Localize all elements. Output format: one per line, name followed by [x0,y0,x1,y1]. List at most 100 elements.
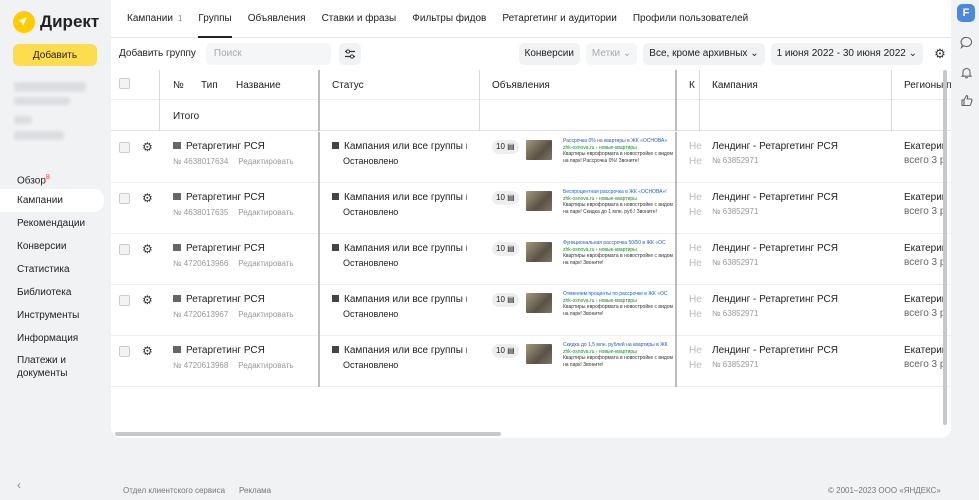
footer-link-support[interactable]: Отдел клиентского сервиса [123,486,225,495]
ad-thumbnail[interactable] [526,140,552,160]
row-checkbox[interactable] [119,244,130,255]
row-settings-gear-icon[interactable]: ⚙ [142,140,153,154]
chat-icon[interactable] [958,36,974,52]
ads-count-badge[interactable]: 10 ▤ [492,293,519,307]
add-group-button[interactable]: Добавить группу [119,43,196,65]
table-row[interactable]: ⚙ Ретаргетинг РСЯ № 4638017635 Редактиров… [111,183,951,234]
column-header-type[interactable]: Тип [201,80,218,91]
collapse-sidebar-icon[interactable]: ‹ [17,478,21,492]
column-header-name[interactable]: Название [236,80,281,91]
column-header-k[interactable]: К [689,80,695,91]
region-count: всего 3 р [904,359,946,370]
thumbs-up-icon[interactable] [958,94,974,110]
table-row[interactable]: ⚙ Ретаргетинг РСЯ № 4720613967 Редактиров… [111,285,951,336]
status-cell[interactable]: Кампания или все группы в... [332,141,467,152]
row-settings-gear-icon[interactable]: ⚙ [142,191,153,205]
archive-filter-select[interactable]: Все, кроме архивных ⌄ [643,43,765,65]
row-checkbox[interactable] [119,295,130,306]
campaign-name[interactable]: Лендинг - Ретаргетинг РСЯ [712,192,838,203]
sidebar-item-recommendations[interactable]: Рекомендации [0,212,104,235]
tab-retargeting[interactable]: Ретаргетинг и аудитории [502,0,617,38]
select-all-checkbox[interactable] [119,78,130,89]
group-name[interactable]: Ретаргетинг РСЯ [173,141,265,152]
status-sub: Остановлено [343,207,399,217]
ad-thumbnail[interactable] [526,191,552,211]
filter-settings-icon[interactable] [338,43,361,65]
ad-preview[interactable]: Рассрочка 0% на квартиры в ЖК «ОСНОВА» z… [563,138,675,164]
ads-count-badge[interactable]: 10 ▤ [492,242,519,256]
row-settings-gear-icon[interactable]: ⚙ [142,344,153,358]
edit-link[interactable]: Редактировать [238,361,293,370]
campaign-name[interactable]: Лендинг - Ретаргетинг РСЯ [712,243,838,254]
table-row[interactable]: ⚙ Ретаргетинг РСЯ № 4638017634 Редактиров… [111,132,951,183]
ad-preview[interactable]: Беспроцентная рассрочка в ЖК «ОСНОВА»! z… [563,189,675,215]
logo[interactable]: Директ [13,11,99,33]
edit-link[interactable]: Редактировать [238,310,293,319]
row-checkbox[interactable] [119,193,130,204]
table-settings-gear-icon[interactable]: ⚙ [929,43,951,65]
ad-thumbnail[interactable] [526,344,552,364]
conversions-button[interactable]: Конверсии [518,43,580,65]
ad-preview[interactable]: Отменяем проценты по рассрочке в ЖК «ОС … [563,291,675,317]
campaign-name[interactable]: Лендинг - Ретаргетинг РСЯ [712,345,838,356]
chevron-down-icon: ⌄ [622,48,632,59]
campaign-name[interactable]: Лендинг - Ретаргетинг РСЯ [712,141,838,152]
ad-thumbnail[interactable] [526,242,552,262]
column-header-number[interactable]: № [173,80,184,91]
sidebar-item-overview[interactable]: Обзор8 [0,166,104,189]
status-cell[interactable]: Кампания или все группы в... [332,345,467,356]
ad-thumbnail[interactable] [526,293,552,313]
column-header-status[interactable]: Статус [332,80,364,91]
ads-count-badge[interactable]: 10 ▤ [492,191,519,205]
table-row[interactable]: ⚙ Ретаргетинг РСЯ № 4720613968 Редактиров… [111,336,951,387]
status-cell[interactable]: Кампания или все группы в... [332,294,467,305]
tags-select[interactable]: Метки ⌄ [585,43,638,65]
date-range-picker[interactable]: 1 июня 2022 - 30 июня 2022 ⌄ [770,43,923,65]
group-name[interactable]: Ретаргетинг РСЯ [173,294,265,305]
edit-link[interactable]: Редактировать [238,259,293,268]
tab-groups[interactable]: Группы [198,0,233,38]
stop-status-icon [332,193,339,200]
row-settings-gear-icon[interactable]: ⚙ [142,293,153,307]
tab-campaigns[interactable]: Кампании 1 [127,0,182,38]
edit-link[interactable]: Редактировать [238,208,293,217]
sidebar-item-library[interactable]: Библиотека [0,281,104,304]
user-avatar[interactable]: F [957,4,975,22]
ads-count-badge[interactable]: 10 ▤ [492,344,519,358]
column-divider [675,132,677,183]
table-row[interactable]: ⚙ Ретаргетинг РСЯ № 4720613966 Редактиров… [111,234,951,285]
group-name[interactable]: Ретаргетинг РСЯ [173,243,265,254]
group-name[interactable]: Ретаргетинг РСЯ [173,345,265,356]
status-cell[interactable]: Кампания или все группы в... [332,243,467,254]
column-header-ads[interactable]: Объявления [492,80,550,91]
column-divider [318,183,320,234]
tab-feed-filters[interactable]: Фильтры фидов [412,0,486,38]
sidebar-item-campaigns[interactable]: Кампании [0,189,104,212]
row-checkbox[interactable] [119,346,130,357]
status-cell[interactable]: Кампания или все группы в... [332,192,467,203]
ad-preview[interactable]: Скидка до 1,5 млн. рублей на квартиры в … [563,342,675,368]
sidebar-item-tools[interactable]: Инструменты [0,304,104,327]
edit-link[interactable]: Редактировать [238,157,293,166]
vertical-scrollbar[interactable] [943,70,947,425]
column-divider [318,132,320,183]
group-name[interactable]: Ретаргетинг РСЯ [173,192,265,203]
column-header-campaign[interactable]: Кампания [712,80,758,91]
ad-preview[interactable]: Функциональная рассрочка 50/50 в ЖК «ОС … [563,240,675,266]
bell-icon[interactable] [958,66,974,82]
sidebar-item-payments[interactable]: Платежи и документы [0,350,104,380]
tab-user-profiles[interactable]: Профили пользователей [633,0,748,38]
footer-link-ads[interactable]: Реклама [239,486,271,495]
row-settings-gear-icon[interactable]: ⚙ [142,242,153,256]
tab-ads[interactable]: Объявления [248,0,306,38]
sidebar-item-conversions[interactable]: Конверсии [0,235,104,258]
ads-count-badge[interactable]: 10 ▤ [492,140,519,154]
horizontal-scrollbar[interactable] [115,432,501,436]
campaign-name[interactable]: Лендинг - Ретаргетинг РСЯ [712,294,838,305]
tab-bids-phrases[interactable]: Ставки и фразы [322,0,397,38]
sidebar-item-information[interactable]: Информация [0,327,104,350]
sidebar-item-statistics[interactable]: Статистика [0,258,104,281]
row-checkbox[interactable] [119,142,130,153]
add-button[interactable]: Добавить [13,44,97,66]
search-input[interactable]: Поиск [205,43,331,65]
